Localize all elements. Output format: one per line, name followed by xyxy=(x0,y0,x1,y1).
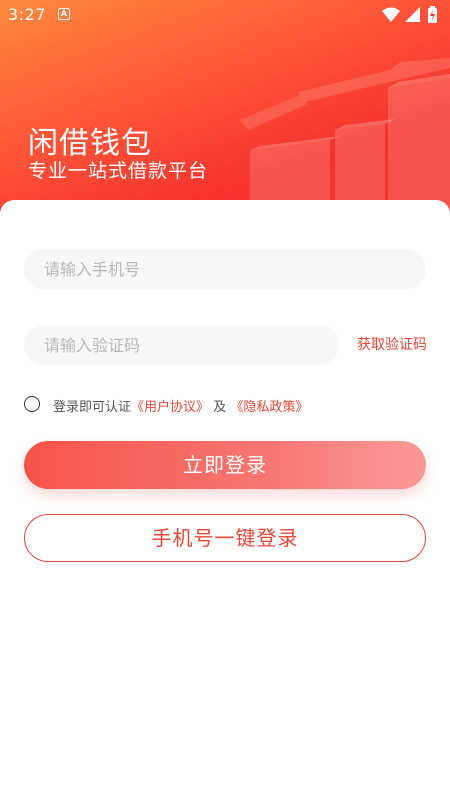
one-click-login-button[interactable]: 手机号一键登录 xyxy=(24,514,426,562)
wifi-icon xyxy=(382,7,400,22)
a-notification-icon: A xyxy=(58,8,70,20)
status-time: 3:27 xyxy=(8,5,46,24)
status-bar: 3:27 A xyxy=(0,0,450,30)
login-card: 获取验证码 登录即可认证《用户协议》 及 《隐私政策》 立即登录 手机号一键登录 xyxy=(0,200,450,800)
phone-input[interactable] xyxy=(24,249,426,289)
status-icons xyxy=(382,6,437,23)
phone-input-container xyxy=(24,249,426,289)
growth-chart-decoration xyxy=(240,58,450,230)
agreement-checkbox[interactable] xyxy=(24,396,40,412)
code-input-container xyxy=(24,325,339,365)
agreement-prefix: 登录即可认证 xyxy=(53,400,132,415)
signal-icon xyxy=(405,7,420,22)
agreement-conjunction: 及 xyxy=(213,400,227,415)
app-subtitle: 专业一站式借款平台 xyxy=(28,160,209,182)
user-agreement-link[interactable]: 《用户协议》 xyxy=(131,400,209,415)
agreement-text: 登录即可认证《用户协议》 及 《隐私政策》 xyxy=(53,396,308,415)
login-button[interactable]: 立即登录 xyxy=(24,441,426,489)
get-code-button[interactable]: 获取验证码 xyxy=(357,334,427,354)
battery-icon xyxy=(428,6,437,23)
privacy-policy-link[interactable]: 《隐私政策》 xyxy=(230,400,308,415)
header-banner: 3:27 A 闲借钱包 专业一站式借款平台 xyxy=(0,0,450,230)
verification-code-input[interactable] xyxy=(24,325,339,365)
